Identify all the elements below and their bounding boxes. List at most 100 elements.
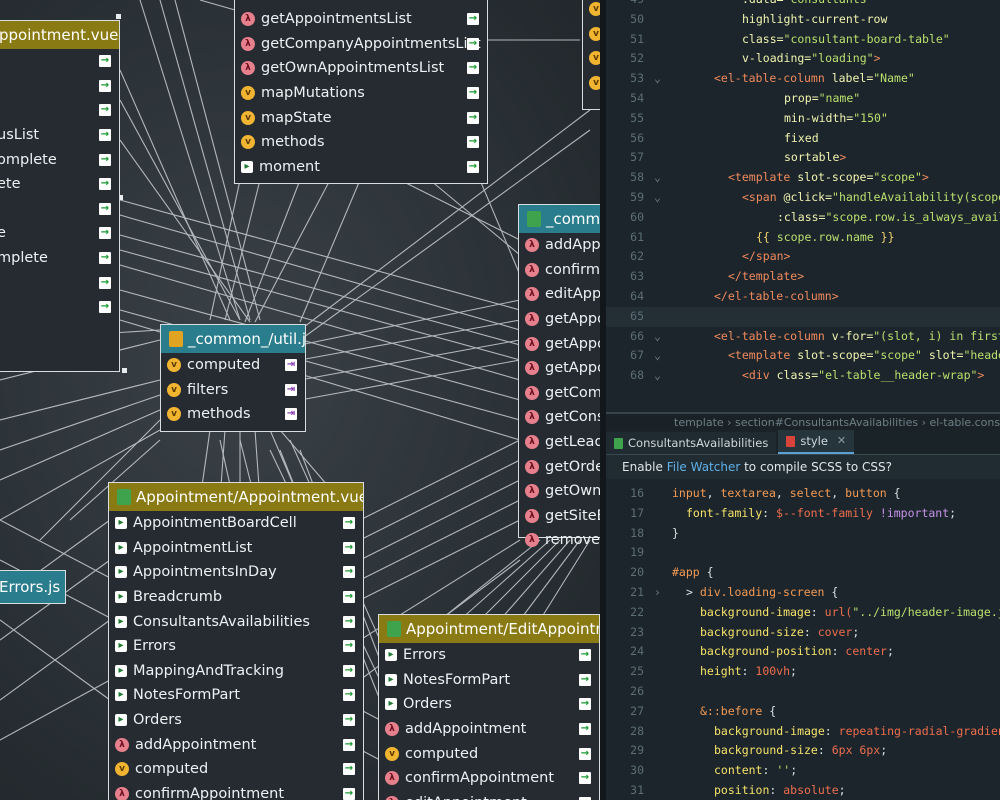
code-line[interactable]: 56 fixed <box>606 129 1000 149</box>
connector-port-icon[interactable]: → <box>343 566 355 579</box>
connector-port-icon[interactable]: → <box>467 87 479 100</box>
connector-port-icon[interactable]: → <box>99 276 111 289</box>
code-line[interactable]: 54 prop="name" <box>606 89 1000 109</box>
connector-port-icon[interactable]: → <box>99 178 111 191</box>
node-member[interactable]: ▸ NotesFormPart → <box>379 668 599 693</box>
connector-port-icon[interactable]: → <box>99 252 111 265</box>
code-line[interactable]: 68 ⌄ <div class="el-table__header-wrap"> <box>606 366 1000 386</box>
code-line[interactable]: 64 </el-table-column> <box>606 287 1000 307</box>
node-member[interactable]: λ addAppoi <box>519 233 600 258</box>
code-line[interactable]: 25 height: 100vh; <box>606 662 1000 682</box>
node-member[interactable]: → <box>0 98 119 123</box>
code-line[interactable]: 62 </span> <box>606 247 1000 267</box>
node-member[interactable]: λ getAppoir <box>519 331 600 356</box>
code-line[interactable]: 16 input, textarea, select, button { <box>606 484 1000 504</box>
code-line[interactable]: 20 #app { <box>606 563 1000 583</box>
node-appointment-appointment-vue[interactable]: Appointment/Appointment.vue ▸ Appointment… <box>108 482 364 800</box>
node-common-api[interactable]: _common λaddAppoiλconfirmApλeditAppoiλge… <box>518 204 600 548</box>
connector-port-icon[interactable]: → <box>99 129 111 142</box>
connector-port-icon[interactable]: → <box>99 153 111 166</box>
node-member[interactable]: ▸ NotesFormPart → <box>109 683 363 708</box>
code-line[interactable]: 23 background-size: cover; <box>606 623 1000 643</box>
node-member[interactable]: v methods → <box>235 130 487 155</box>
fold-marker-icon[interactable]: ⌄ <box>654 327 672 347</box>
code-line[interactable]: 58 ⌄ <template slot-scope="scope"> <box>606 168 1000 188</box>
node-appointment-methods[interactable]: λ getAppointmentsList → λ getCompanyAppointm… <box>234 0 488 184</box>
connector-port-icon[interactable]: → <box>99 55 111 68</box>
node-member[interactable]: λ confirmAp <box>519 258 600 283</box>
connector-port-icon[interactable]: → <box>99 79 111 92</box>
node-member[interactable]: v computed → <box>109 757 363 782</box>
connector-port-icon[interactable]: → <box>467 111 479 124</box>
node-member[interactable]: ▸ Orders → <box>379 692 599 717</box>
connector-port-icon[interactable]: → <box>99 202 111 215</box>
code-line[interactable]: 18} <box>606 524 1000 544</box>
connector-port-icon[interactable]: → <box>343 763 355 776</box>
fold-marker-icon[interactable]: ⌄ <box>654 346 672 366</box>
fold-marker-icon[interactable]: ⌄ <box>654 188 672 208</box>
node-member[interactable]: λ getAppoir <box>519 356 600 381</box>
node-member[interactable]: ete → <box>0 172 119 197</box>
node-member[interactable]: → <box>0 197 119 222</box>
node-member[interactable]: λ getLeadsA <box>519 430 600 455</box>
node-member[interactable]: ▸ MappingAndTracking → <box>109 659 363 684</box>
code-line[interactable]: 27 &::before { <box>606 702 1000 722</box>
connector-port-icon[interactable]: → <box>99 301 111 314</box>
node-member[interactable]: λ getOwnAp <box>519 479 600 504</box>
connector-port-icon[interactable]: → <box>343 517 355 530</box>
connector-port-icon[interactable]: → <box>343 664 355 677</box>
code-line[interactable]: 59 ⌄ <span @click="handleAvailability(scop… <box>606 188 1000 208</box>
fold-marker-icon[interactable]: ⌄ <box>654 69 672 89</box>
code-line[interactable]: 60:class="scope.row.is_always_availab <box>606 208 1000 228</box>
file-watcher-link[interactable]: File Watcher <box>667 460 741 474</box>
node-member[interactable]: v mapMutations → <box>235 81 487 106</box>
node-appointment-editappointment-vue[interactable]: Appointment/EditAppointment.vue ▸ Errors →… <box>378 614 600 800</box>
connector-port-icon[interactable]: → <box>343 714 355 727</box>
node-member[interactable]: v filters ⇥ <box>161 378 305 403</box>
connector-port-icon[interactable]: → <box>579 747 591 760</box>
connector-port-icon[interactable]: → <box>579 723 591 736</box>
node-member[interactable]: λ addAppointment → <box>379 717 599 742</box>
tab-style[interactable]: style ✕ <box>778 430 855 454</box>
node-member[interactable]: v computed → <box>379 741 599 766</box>
node-member[interactable]: λ getOrderE <box>519 454 600 479</box>
style-code-pane[interactable]: 16 input, textarea, select, button {17 fon… <box>606 484 1000 800</box>
connector-port-icon[interactable]: → <box>467 37 479 50</box>
code-line[interactable]: 51 class="consultant-board-table" <box>606 30 1000 50</box>
node-member[interactable]: λ confirmAppointment → <box>109 782 363 800</box>
connector-port-icon[interactable]: → <box>467 13 479 26</box>
code-line[interactable]: 31 position: absolute; <box>606 781 1000 800</box>
code-line[interactable]: 55 min-width="150" <box>606 109 1000 129</box>
node-member[interactable]: λ getConsult <box>519 405 600 430</box>
connector-port-icon[interactable]: → <box>343 640 355 653</box>
node-member[interactable]: λeditAppointment→ <box>379 791 599 800</box>
node-member[interactable]: λ getSiteEve <box>519 504 600 529</box>
connector-port-icon[interactable]: → <box>343 615 355 628</box>
code-line[interactable]: 19 <box>606 543 1000 563</box>
connector-port-icon[interactable]: → <box>343 738 355 751</box>
fold-marker-icon[interactable]: ⌄ <box>654 366 672 386</box>
node-member[interactable]: λ confirmAppointment → <box>379 766 599 791</box>
node-member[interactable]: λ addAppointment → <box>109 732 363 757</box>
node-errors-js[interactable]: Errors.js <box>0 570 66 604</box>
node-member[interactable]: mplete → <box>0 246 119 271</box>
connector-port-icon[interactable]: → <box>343 591 355 604</box>
node-member[interactable]: e → <box>0 221 119 246</box>
code-line[interactable]: 52 v-loading="loading"> <box>606 49 1000 69</box>
node-common-util-js[interactable]: _common_/util.js v computed ⇥ v filters ⇥ v met… <box>160 324 306 432</box>
connector-port-icon[interactable]: → <box>579 772 591 785</box>
code-line[interactable]: 67 ⌄ <template slot-scope="scope" slot="he… <box>606 346 1000 366</box>
code-line[interactable]: 24 background-position: center; <box>606 642 1000 662</box>
connector-port-icon[interactable]: → <box>579 673 591 686</box>
code-line[interactable]: 17 font-family: $--font-family !important… <box>606 504 1000 524</box>
connector-port-icon[interactable]: ⇥ <box>285 359 297 372</box>
connector-port-icon[interactable]: → <box>579 649 591 662</box>
node-member[interactable]: ▸ Errors → <box>379 643 599 668</box>
tab-consultants-availabilities[interactable]: ConsultantsAvailabilities <box>606 432 777 454</box>
code-line[interactable]: 28 background-image: repeating-radial-gra… <box>606 722 1000 742</box>
node-member[interactable]: ▸ Breadcrumb → <box>109 585 363 610</box>
close-icon[interactable]: ✕ <box>837 430 846 452</box>
code-line[interactable]: 26 <box>606 682 1000 702</box>
node-member[interactable]: → <box>0 295 119 320</box>
code-line[interactable]: 21 › > div.loading-screen { <box>606 583 1000 603</box>
